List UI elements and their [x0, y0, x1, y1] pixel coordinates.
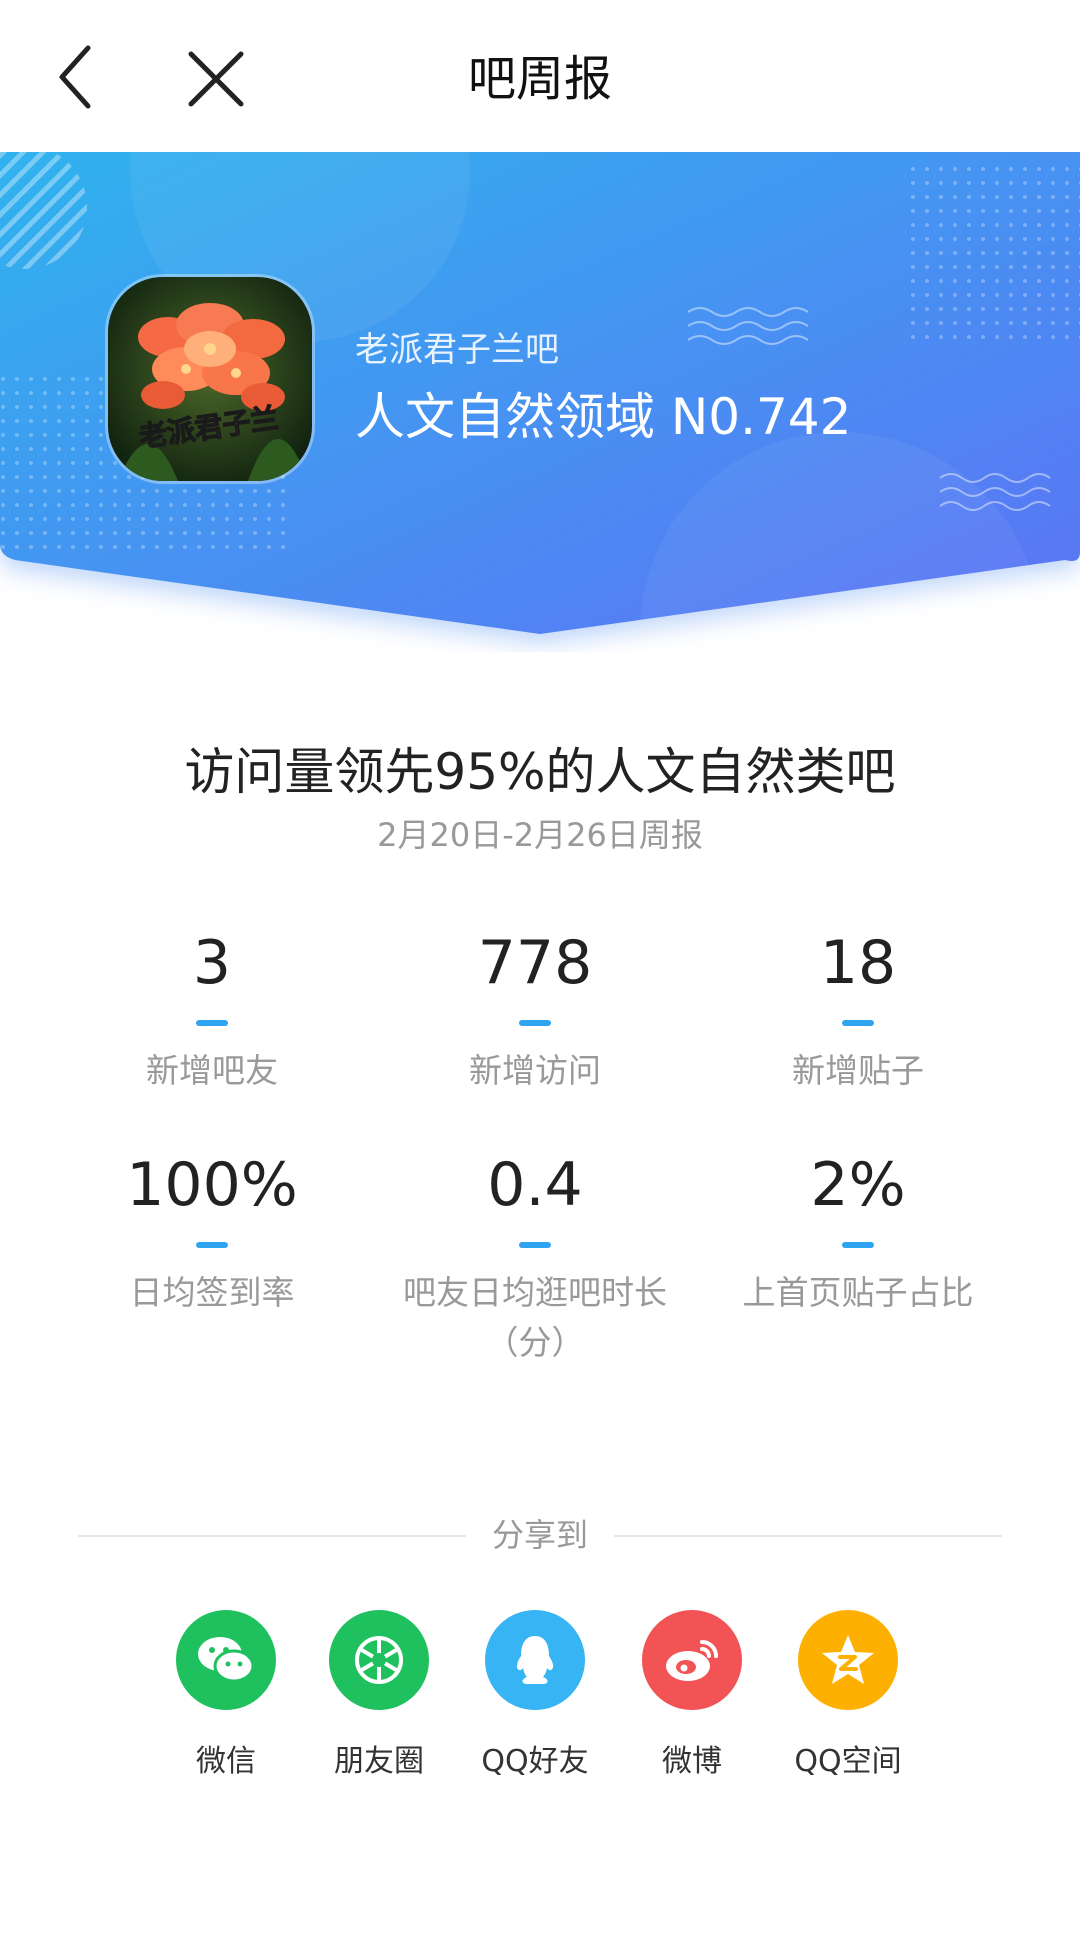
stat-underline — [519, 1242, 551, 1248]
bar-banner: 老派君子兰 老派君子兰吧 人文自然领域 N0.742 — [0, 152, 1080, 652]
stat-value: 0.4 — [487, 1150, 583, 1220]
stat-checkin-rate: 100% 日均签到率 — [47, 1150, 377, 1318]
share-icon-circle — [176, 1610, 276, 1710]
share-title: 分享到 — [491, 1516, 588, 1554]
stat-value: 778 — [477, 928, 593, 998]
stat-underline — [196, 1242, 228, 1248]
share-label: QQ空间 — [794, 1744, 902, 1779]
stat-label: 新增贴子 — [792, 1051, 924, 1090]
stat-value: 3 — [192, 928, 232, 998]
stat-label-unit: （分） — [485, 1323, 585, 1362]
stat-homepage-ratio: 2% 上首页贴子占比 — [693, 1150, 1023, 1318]
wechat-icon — [198, 1637, 255, 1683]
stat-new-members: 3 新增吧友 — [47, 928, 377, 1096]
stat-underline — [196, 1020, 228, 1026]
stat-browse-time: 0.4 吧友日均逛吧时长 （分） — [370, 1150, 700, 1368]
qzone-icon — [822, 1635, 874, 1684]
stat-label: 上首页贴子占比 — [742, 1273, 974, 1312]
share-qq-button[interactable]: QQ好友 — [455, 1610, 615, 1780]
report-headline: 访问量领先95%的人文自然类吧 — [184, 743, 896, 801]
share-label: 朋友圈 — [334, 1744, 424, 1779]
weekly-report-page: 吧周报 老派君子兰 老派君子兰吧 人文自然领域 N0.742 访问量领先95%的… — [0, 0, 1080, 1947]
bar-avatar[interactable]: 老派君子兰 — [105, 274, 315, 484]
stat-label: 新增吧友 — [146, 1051, 278, 1090]
stat-new-visits: 778 新增访问 — [370, 928, 700, 1096]
clivia-flower-image: 老派君子兰 — [108, 277, 312, 481]
share-label: QQ好友 — [481, 1744, 589, 1779]
stat-value: 100% — [126, 1150, 298, 1220]
stat-underline — [842, 1020, 874, 1026]
bar-rank: 人文自然领域 N0.742 — [355, 388, 852, 446]
top-nav: 吧周报 — [0, 0, 1080, 152]
page-title: 吧周报 — [467, 51, 612, 107]
stat-label: 新增访问 — [469, 1051, 601, 1090]
stat-label: 吧友日均逛吧时长 — [403, 1273, 667, 1312]
share-qzone-button[interactable]: QQ空间 — [768, 1610, 928, 1780]
weibo-icon — [666, 1640, 718, 1681]
stat-value: 2% — [810, 1150, 906, 1220]
stat-underline — [842, 1242, 874, 1248]
qq-icon — [516, 1636, 554, 1684]
share-moments-button[interactable]: 朋友圈 — [299, 1610, 459, 1780]
stat-new-posts: 18 新增贴子 — [693, 928, 1023, 1096]
share-wechat-button[interactable]: 微信 — [146, 1610, 306, 1780]
share-label: 微博 — [662, 1744, 722, 1779]
report-period: 2月20日-2月26日周报 — [377, 816, 703, 854]
stat-value: 18 — [819, 928, 897, 998]
share-icon-circle — [798, 1610, 898, 1710]
stat-underline — [519, 1020, 551, 1026]
moments-icon — [355, 1636, 403, 1684]
share-icon-circle — [485, 1610, 585, 1710]
share-icon-circle — [329, 1610, 429, 1710]
share-weibo-button[interactable]: 微博 — [612, 1610, 772, 1780]
share-label: 微信 — [196, 1744, 256, 1779]
share-icon-circle — [642, 1610, 742, 1710]
stat-label: 日均签到率 — [129, 1273, 295, 1312]
bar-name: 老派君子兰吧 — [355, 330, 559, 370]
